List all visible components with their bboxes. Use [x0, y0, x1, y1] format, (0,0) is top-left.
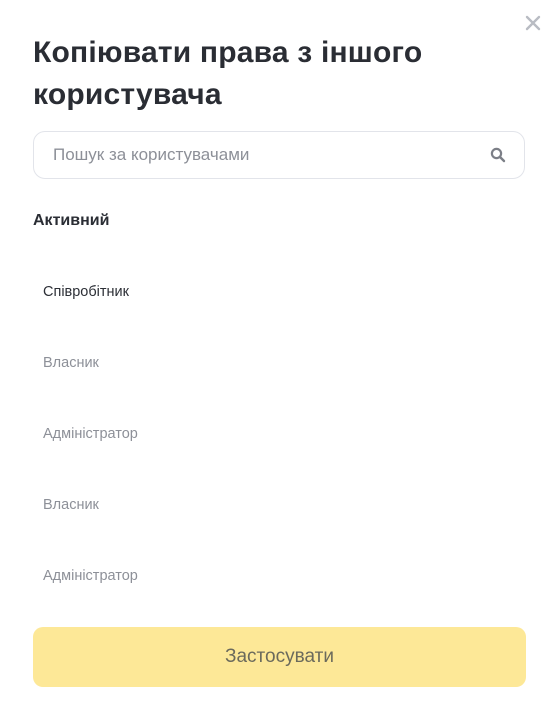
close-button[interactable]: [522, 12, 544, 34]
search-field[interactable]: [33, 131, 525, 179]
dialog-title: Копіювати права з іншого користувача: [33, 36, 423, 111]
list-item-label: Адміністратор: [43, 568, 138, 585]
close-icon: [525, 15, 541, 31]
list-item[interactable]: Власник: [33, 327, 525, 398]
user-list: Співробітник Власник Адміністратор Власн…: [33, 256, 525, 612]
list-item-label: Власник: [43, 497, 99, 514]
section-heading: Активний: [33, 212, 110, 229]
list-item[interactable]: Власник: [33, 470, 525, 541]
list-item-label: Адміністратор: [43, 425, 138, 442]
copy-permissions-dialog: Копіювати права з іншого користувача Акт…: [0, 0, 557, 705]
list-item-label: Співробітник: [43, 283, 129, 300]
list-item-label: Власник: [43, 354, 99, 371]
search-input[interactable]: [34, 132, 488, 178]
list-item[interactable]: Співробітник: [33, 256, 525, 327]
list-item[interactable]: Адміністратор: [33, 398, 525, 469]
search-icon[interactable]: [488, 145, 508, 165]
apply-button[interactable]: Застосувати: [33, 627, 526, 687]
list-item[interactable]: Адміністратор: [33, 541, 525, 612]
